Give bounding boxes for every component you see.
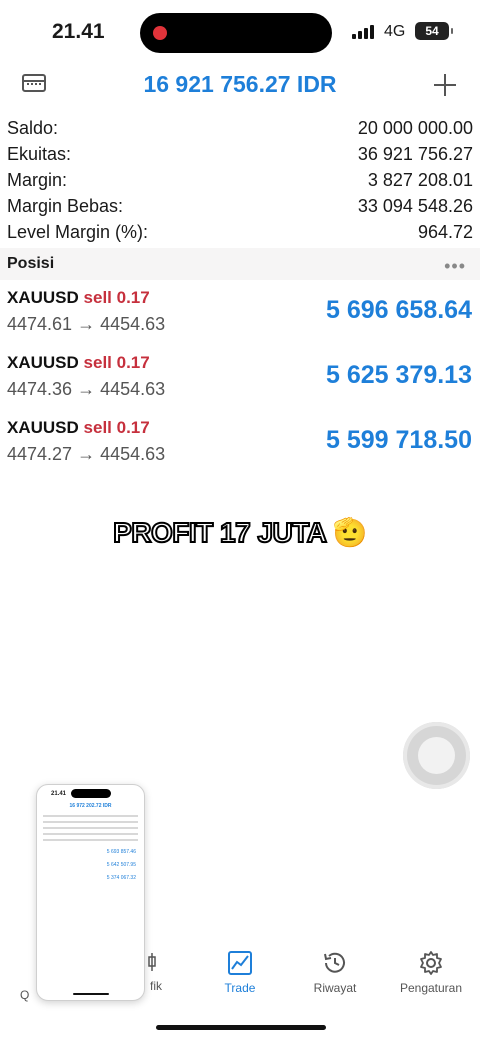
position-side: sell 0.17 bbox=[83, 418, 150, 437]
signal-icon bbox=[352, 25, 374, 39]
tab-history[interactable]: Riwayat bbox=[305, 950, 365, 995]
summary-row-margin: Margin: 3 827 208.01 bbox=[0, 168, 480, 194]
positions-list: XAUUSD sell 0.17 4474.61 → 4454.63 5 696… bbox=[0, 286, 480, 481]
position-prices: 4474.36 → 4454.63 bbox=[7, 379, 166, 399]
battery-icon: 54 bbox=[415, 22, 453, 40]
summary-row-saldo: Saldo: 20 000 000.00 bbox=[0, 116, 480, 142]
tab-quotes[interactable]: Q bbox=[20, 988, 50, 1002]
network-type: 4G bbox=[384, 23, 406, 40]
summary-value: 33 094 548.26 bbox=[357, 196, 473, 216]
pip-time: 21.41 bbox=[51, 791, 67, 797]
history-icon bbox=[324, 952, 345, 973]
add-order-icon[interactable] bbox=[432, 72, 458, 98]
account-summary: Saldo: 20 000 000.00 Ekuitas: 36 921 756… bbox=[0, 116, 480, 246]
positions-header: Posisi ••• bbox=[0, 248, 480, 280]
summary-label: Margin: bbox=[7, 170, 68, 190]
tab-label: Pengaturan bbox=[399, 981, 463, 995]
position-symbol: XAUUSD bbox=[7, 353, 79, 372]
caption-text: PROFIT 17 JUTA bbox=[112, 516, 328, 549]
summary-label: Margin Bebas: bbox=[7, 196, 124, 216]
position-side: sell 0.17 bbox=[83, 288, 150, 307]
dynamic-island bbox=[140, 13, 332, 53]
trade-icon bbox=[228, 951, 252, 975]
pip-island bbox=[71, 789, 111, 798]
position-row[interactable]: XAUUSD sell 0.17 4474.36 → 4454.63 5 625… bbox=[0, 351, 480, 416]
summary-value: 20 000 000.00 bbox=[357, 118, 473, 138]
position-profit: 5 696 658.64 bbox=[326, 296, 472, 324]
status-time: 21.41 bbox=[52, 20, 105, 43]
summary-row-level-margin: Level Margin (%): 964.72 bbox=[0, 220, 480, 246]
position-side: sell 0.17 bbox=[83, 353, 150, 372]
position-title: XAUUSD sell 0.17 bbox=[7, 418, 150, 438]
salute-emoji-icon: 🫡 bbox=[332, 517, 368, 548]
position-prices: 4474.27 → 4454.63 bbox=[7, 444, 166, 464]
position-title: XAUUSD sell 0.17 bbox=[7, 353, 150, 373]
summary-value: 964.72 bbox=[417, 222, 473, 242]
pip-profit: 5 374 067.32 bbox=[106, 875, 136, 881]
summary-label: Ekuitas: bbox=[7, 144, 72, 164]
tab-label: fik bbox=[150, 979, 162, 993]
pip-summary-lines bbox=[43, 815, 138, 845]
summary-row-ekuitas: Ekuitas: 36 921 756.27 bbox=[0, 142, 480, 168]
pip-profit: 5 693 857.46 bbox=[106, 849, 136, 855]
recording-icon bbox=[153, 26, 167, 40]
summary-value: 3 827 208.01 bbox=[367, 170, 473, 190]
summary-value: 36 921 756.27 bbox=[357, 144, 473, 164]
gear-icon bbox=[420, 951, 442, 975]
assistive-touch-button[interactable] bbox=[403, 722, 470, 789]
position-profit: 5 625 379.13 bbox=[326, 361, 472, 389]
position-profit: 5 599 718.50 bbox=[326, 426, 472, 454]
chart-icon bbox=[148, 953, 156, 971]
more-icon[interactable]: ••• bbox=[444, 256, 466, 277]
position-row[interactable]: XAUUSD sell 0.17 4474.27 → 4454.63 5 599… bbox=[0, 416, 480, 481]
tab-bar: Q fik Trade Riwayat Pengaturan bbox=[0, 950, 480, 1010]
status-bar: 21.41 4G 54 bbox=[0, 0, 480, 60]
home-indicator bbox=[156, 1025, 326, 1030]
top-bar: 16 921 756.27 IDR bbox=[0, 66, 480, 102]
position-symbol: XAUUSD bbox=[7, 288, 79, 307]
balance-title: 16 921 756.27 IDR bbox=[143, 71, 337, 97]
position-title: XAUUSD sell 0.17 bbox=[7, 288, 150, 308]
tab-label: Q bbox=[20, 988, 30, 1002]
pip-profit: 5 642 507.95 bbox=[106, 862, 136, 868]
tab-settings[interactable]: Pengaturan bbox=[395, 950, 467, 995]
position-row[interactable]: XAUUSD sell 0.17 4474.61 → 4454.63 5 696… bbox=[0, 286, 480, 351]
video-caption: PROFIT 17 JUTA 🫡 bbox=[0, 516, 480, 549]
tab-label: Riwayat bbox=[313, 981, 357, 995]
position-symbol: XAUUSD bbox=[7, 418, 79, 437]
summary-row-margin-bebas: Margin Bebas: 33 094 548.26 bbox=[0, 194, 480, 220]
summary-label: Saldo: bbox=[7, 118, 59, 138]
tab-chart[interactable]: fik bbox=[136, 950, 176, 993]
pip-title: 16 972 202.72 IDR bbox=[69, 803, 112, 809]
summary-label: Level Margin (%): bbox=[7, 222, 149, 242]
tab-trade[interactable]: Trade bbox=[210, 950, 270, 995]
tab-label: Trade bbox=[224, 981, 256, 995]
position-prices: 4474.61 → 4454.63 bbox=[7, 314, 166, 334]
positions-title: Posisi bbox=[7, 255, 55, 272]
